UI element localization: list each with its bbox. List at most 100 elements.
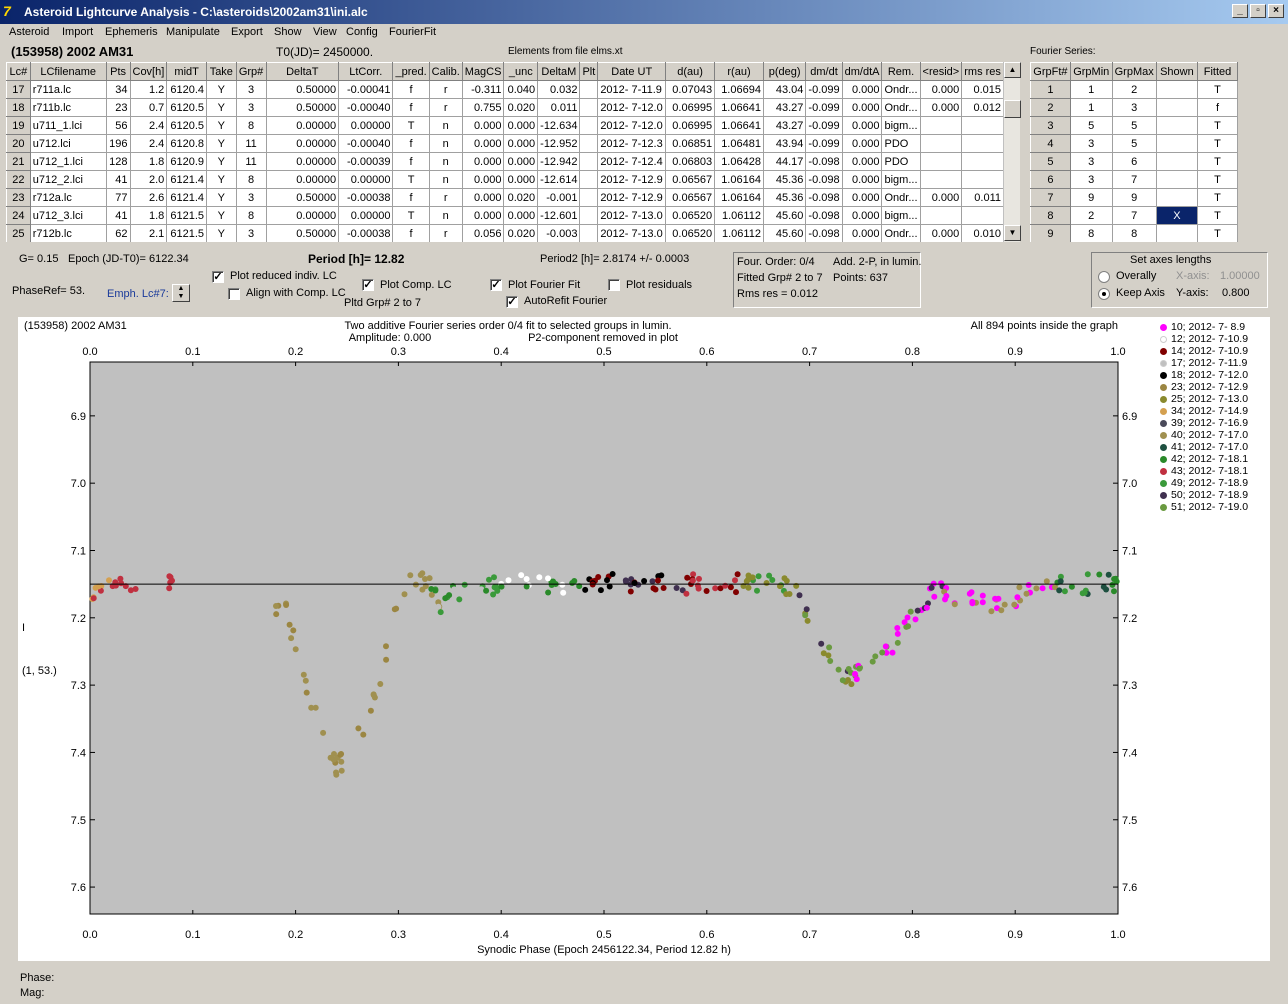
table-cell[interactable]: 23 [105, 98, 131, 117]
table-row[interactable]: 20 u712.lci 196 2.4 6120.8 Y 11 0.00000 -0.00040… [6, 134, 1004, 153]
row-header[interactable]: 22 [6, 170, 31, 189]
table-cell[interactable]: 6120.9 [166, 152, 207, 171]
emph-lc-spinner[interactable]: ▲ ▼ [172, 284, 190, 302]
row-header[interactable]: 9 [1030, 224, 1071, 242]
table-cell[interactable]: -0.099 [805, 134, 843, 153]
table-cell[interactable]: 0.000 [841, 188, 883, 207]
table-cell[interactable]: 2.6 [129, 188, 168, 207]
table-cell[interactable]: 9 [1069, 188, 1113, 207]
minimize-button[interactable]: _ [1232, 4, 1248, 18]
plot-reduced-checkbox[interactable]: ✓ [212, 271, 224, 283]
table-cell[interactable]: -12.634 [537, 116, 581, 135]
table-cell[interactable]: 1.06428 [714, 152, 764, 171]
table-cell[interactable] [919, 116, 963, 135]
table-cell[interactable] [579, 80, 599, 99]
lightcurve-plot[interactable]: 0.0 0.0 0.1 0.1 0.2 0.2 0.3 0.3 0.4 0.4 0.5 0.5 0.6 0… [18, 317, 1270, 961]
table-cell[interactable]: r712a.lc [29, 188, 107, 207]
table-cell[interactable] [919, 206, 963, 225]
table-cell[interactable]: T [392, 206, 430, 225]
table-cell[interactable] [1155, 224, 1199, 242]
table-cell[interactable]: 0.000 [841, 224, 883, 242]
table-cell[interactable]: 45.60 [762, 206, 807, 225]
table-cell[interactable]: 0.00000 [265, 170, 340, 189]
table-cell[interactable]: -0.00038 [338, 224, 394, 242]
table-cell[interactable]: 1.06641 [714, 116, 764, 135]
row-header[interactable]: 2 [1030, 98, 1071, 117]
lc-col-header[interactable]: DeltaT [265, 62, 340, 81]
table-cell[interactable]: T [1197, 134, 1238, 153]
table-cell[interactable]: 1.8 [129, 152, 168, 171]
table-row[interactable]: 21 u712_1.lci 128 1.8 6120.9 Y 11 0.00000 -0.000… [6, 152, 1004, 171]
table-cell[interactable]: 3 [1069, 170, 1113, 189]
row-header[interactable]: 5 [1030, 152, 1071, 171]
table-cell[interactable]: 0.00000 [265, 152, 340, 171]
row-header[interactable]: 1 [1030, 80, 1071, 99]
table-cell[interactable]: 0.06995 [665, 116, 716, 135]
menu-import[interactable]: Import [62, 26, 93, 38]
table-cell[interactable]: 0.06520 [665, 206, 716, 225]
menu-export[interactable]: Export [231, 26, 263, 38]
table-cell[interactable]: 2012- 7-12.0 [597, 98, 667, 117]
plot-comp-checkbox[interactable]: ✓ [362, 279, 374, 291]
table-cell[interactable]: 0.020 [503, 98, 539, 117]
table-cell[interactable]: T [392, 170, 430, 189]
table-cell[interactable]: 128 [105, 152, 131, 171]
fourier-row[interactable]: 112T [1030, 80, 1238, 99]
table-cell[interactable]: 0.056 [461, 224, 505, 242]
table-cell[interactable]: 3 [1111, 98, 1157, 117]
table-cell[interactable]: -0.00039 [338, 152, 394, 171]
table-cell[interactable]: 0.50000 [265, 80, 340, 99]
lc-col-header[interactable]: <resid> [919, 62, 963, 81]
table-row[interactable]: 22 u712_2.lci 41 2.0 6121.4 Y 8 0.00000 0.00000 T… [6, 170, 1004, 189]
table-cell[interactable] [1155, 116, 1199, 135]
lc-col-header[interactable]: rms res [961, 62, 1004, 81]
table-cell[interactable]: 0.000 [461, 188, 505, 207]
table-cell[interactable]: 7 [1111, 170, 1157, 189]
fourier-row[interactable]: 355T [1030, 116, 1238, 135]
table-cell[interactable]: 43.27 [762, 116, 807, 135]
table-cell[interactable]: f [392, 134, 430, 153]
table-cell[interactable]: 0.000 [503, 170, 539, 189]
fourier-col-header[interactable]: GrpFt# [1030, 62, 1071, 81]
table-cell[interactable]: 6121.4 [166, 170, 207, 189]
table-cell[interactable]: 0.000 [461, 170, 505, 189]
fourier-col-header[interactable]: GrpMax [1111, 62, 1157, 81]
table-cell[interactable]: 1.06641 [714, 98, 764, 117]
lc-col-header[interactable]: _pred. [392, 62, 430, 81]
xaxis-value[interactable]: 1.00000 [1220, 270, 1260, 282]
table-cell[interactable]: 0.000 [461, 134, 505, 153]
table-cell[interactable]: 2012- 7-12.0 [597, 116, 667, 135]
row-header[interactable]: 19 [6, 116, 31, 135]
menu-view[interactable]: View [313, 26, 337, 38]
lc-col-header[interactable]: Lc# [6, 62, 31, 81]
table-cell[interactable]: Ondr... [881, 224, 921, 242]
table-cell[interactable]: 77 [105, 188, 131, 207]
table-cell[interactable]: -0.00041 [338, 80, 394, 99]
table-cell[interactable] [961, 116, 1004, 135]
table-cell[interactable]: 8 [235, 116, 267, 135]
align-comp-checkbox[interactable] [228, 288, 240, 300]
table-cell[interactable] [1155, 170, 1199, 189]
fourier-col-header[interactable]: Shown [1155, 62, 1199, 81]
lightcurve-svg[interactable]: 0.0 0.0 0.1 0.1 0.2 0.2 0.3 0.3 0.4 0.4 0.5 0.5 0.6 0… [18, 317, 1270, 961]
table-cell[interactable]: 1.06481 [714, 134, 764, 153]
table-cell[interactable]: 6121.5 [166, 206, 207, 225]
table-cell[interactable] [961, 206, 1004, 225]
table-cell[interactable] [579, 152, 599, 171]
table-cell[interactable]: 5 [1069, 116, 1113, 135]
table-cell[interactable]: 11 [235, 134, 267, 153]
row-header[interactable]: 20 [6, 134, 31, 153]
table-cell[interactable]: 5 [1111, 116, 1157, 135]
table-cell[interactable] [579, 134, 599, 153]
table-cell[interactable]: -0.098 [805, 224, 843, 242]
table-cell[interactable]: 1.06112 [714, 206, 764, 225]
table-cell[interactable]: 56 [105, 116, 131, 135]
table-cell[interactable]: r [428, 224, 463, 242]
table-cell[interactable]: r [428, 80, 463, 99]
table-cell[interactable]: 43.04 [762, 80, 807, 99]
table-cell[interactable]: 9 [1111, 188, 1157, 207]
yaxis-value[interactable]: 0.800 [1222, 287, 1250, 299]
table-cell[interactable]: 6120.5 [166, 116, 207, 135]
table-cell[interactable]: -12.942 [537, 152, 581, 171]
table-cell[interactable]: u712_3.lci [29, 206, 107, 225]
